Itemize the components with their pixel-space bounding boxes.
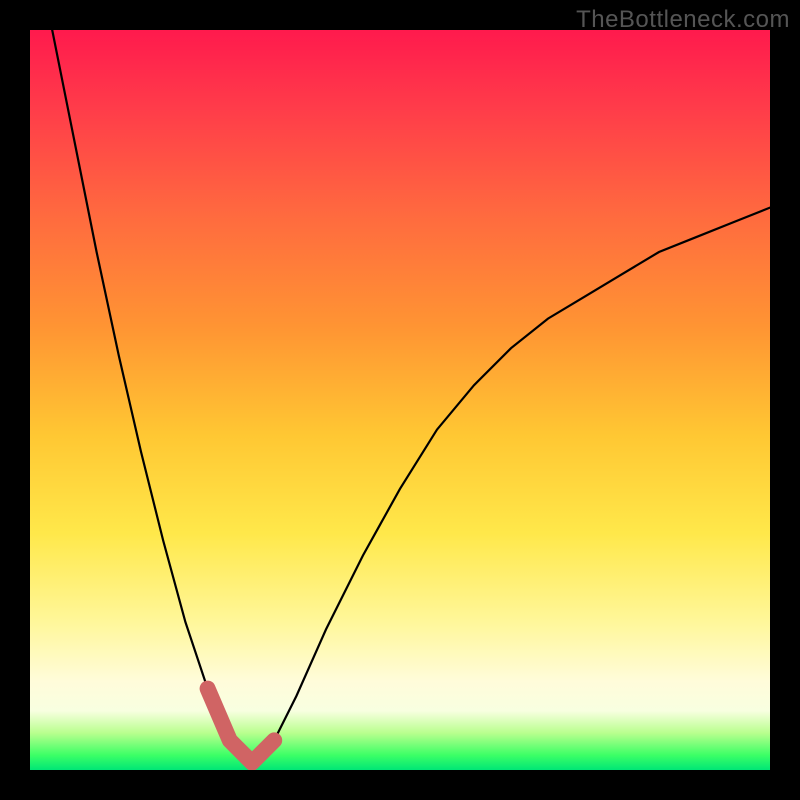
highlight-v-marker xyxy=(208,689,275,763)
curve-layer xyxy=(30,30,770,770)
chart-area xyxy=(30,30,770,770)
bottleneck-curve-path xyxy=(52,30,770,763)
chart-frame: TheBottleneck.com xyxy=(0,0,800,800)
